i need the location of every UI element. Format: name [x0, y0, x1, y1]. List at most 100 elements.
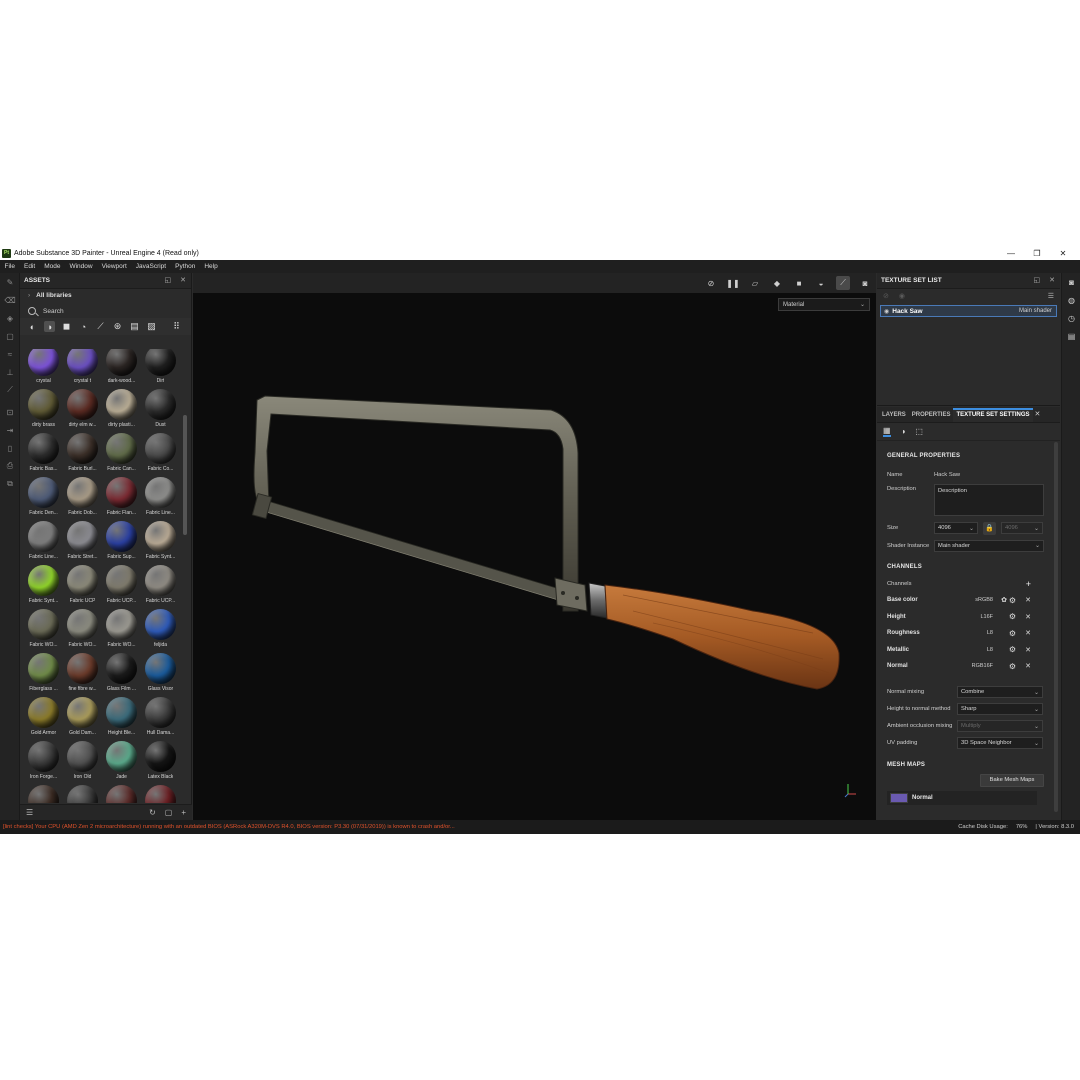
- add-channel-icon[interactable]: +: [1026, 579, 1031, 589]
- material-thumbnail[interactable]: Leather Fin...: [141, 783, 180, 803]
- material-thumbnail[interactable]: Iron Forge...: [24, 739, 63, 783]
- material-thumbnail[interactable]: dark-wood...: [102, 349, 141, 387]
- shader-select[interactable]: Main shader ⌄: [934, 539, 1044, 552]
- channel-format[interactable]: L8: [987, 647, 993, 653]
- hide-icon[interactable]: ⊘: [883, 292, 889, 300]
- refresh-icon[interactable]: ↻: [149, 808, 156, 817]
- bake-mesh-maps-button[interactable]: Bake Mesh Maps: [980, 773, 1044, 787]
- uv-padding-select[interactable]: 3D Space Neighbor ⌄: [957, 737, 1043, 749]
- material-thumbnail[interactable]: Fabric Stret...: [63, 519, 102, 563]
- filter-alphas-icon[interactable]: ▤: [129, 321, 140, 332]
- minimize-button[interactable]: —: [998, 249, 1024, 258]
- menu-window[interactable]: Window: [65, 263, 97, 270]
- material-thumbnail[interactable]: Fabric Flan...: [102, 475, 141, 519]
- close-panel-icon[interactable]: ✕: [180, 276, 186, 284]
- float-panel-icon[interactable]: ◱: [1034, 276, 1041, 284]
- color-picker-icon[interactable]: ⟋: [0, 381, 20, 399]
- material-thumbnail[interactable]: crystal t: [63, 349, 102, 387]
- filter-filters-icon[interactable]: ◔: [78, 321, 89, 332]
- display-settings-icon[interactable]: ◍: [1062, 291, 1080, 309]
- add-asset-icon[interactable]: +: [181, 808, 186, 817]
- material-thumbnail[interactable]: Fabric Synt...: [141, 519, 180, 563]
- material-thumbnail[interactable]: Fabric Line...: [141, 475, 180, 519]
- material-thumbnail[interactable]: Height Ble...: [102, 695, 141, 739]
- remove-channel-icon[interactable]: ✕: [1025, 629, 1031, 637]
- material-thumbnail[interactable]: Fabric Dob...: [63, 475, 102, 519]
- material-thumbnail[interactable]: Fabric UCP: [63, 563, 102, 607]
- material-thumbnail[interactable]: dirty elm w...: [63, 387, 102, 431]
- material-thumbnail[interactable]: Latex Black: [141, 739, 180, 783]
- menu-file[interactable]: File: [0, 263, 19, 270]
- normal-mixing-select[interactable]: Combine ⌄: [957, 686, 1043, 698]
- filter-textures-icon[interactable]: ◼: [61, 321, 72, 332]
- bake-icon[interactable]: ⇥: [0, 421, 20, 439]
- mesh-map-normal[interactable]: Normal: [887, 790, 1037, 805]
- filter-smart-materials-icon[interactable]: ◑: [44, 321, 55, 332]
- shader-icon[interactable]: ◑: [901, 427, 906, 436]
- material-thumbnail[interactable]: Leather Ext...: [24, 783, 63, 803]
- channel-format[interactable]: L16F: [980, 614, 993, 620]
- close-tab-icon[interactable]: ✕: [1033, 410, 1044, 422]
- screenshot-icon[interactable]: ◙: [858, 276, 872, 290]
- eye-icon[interactable]: ◉: [899, 292, 905, 300]
- material-thumbnail[interactable]: Fabric Sup...: [102, 519, 141, 563]
- height-to-normal-select[interactable]: Sharp ⌄: [957, 703, 1043, 715]
- tab-layers[interactable]: LAYERS: [879, 412, 909, 422]
- float-panel-icon[interactable]: ◱: [165, 276, 172, 284]
- material-thumbnail[interactable]: Iron Old: [63, 739, 102, 783]
- material-thumbnail[interactable]: Fabric WO...: [24, 607, 63, 651]
- material-thumbnail[interactable]: Jade: [102, 739, 141, 783]
- channel-row[interactable]: Height L16F ⚙ ✕: [877, 609, 1053, 626]
- maximize-button[interactable]: ❐: [1024, 249, 1050, 258]
- material-thumbnail[interactable]: Leather Pi...: [102, 783, 141, 803]
- channel-format[interactable]: sRGB8: [975, 597, 993, 603]
- gear-icon[interactable]: ⚙: [1009, 629, 1016, 638]
- texture-set-list-icon[interactable]: ◙: [1062, 273, 1080, 291]
- eraser-icon[interactable]: ⌫: [0, 291, 20, 309]
- assets-scrollbar[interactable]: [183, 415, 187, 535]
- cube-view-icon[interactable]: ◆: [770, 276, 784, 290]
- trash-icon[interactable]: ▯: [0, 439, 20, 457]
- filter-brushes-icon[interactable]: ⟋: [95, 321, 106, 332]
- material-thumbnail[interactable]: Fabric Can...: [102, 431, 141, 475]
- material-thumbnail[interactable]: Fabric Synt...: [24, 563, 63, 607]
- new-shelf-icon[interactable]: ▢: [165, 808, 173, 817]
- material-thumbnail[interactable]: Fabric Co...: [141, 431, 180, 475]
- material-thumbnail[interactable]: dirty brass: [24, 387, 63, 431]
- menu-edit[interactable]: Edit: [19, 263, 39, 270]
- geometry-mask-icon[interactable]: ▢: [0, 327, 20, 345]
- material-thumbnail[interactable]: Fabric UCP...: [141, 563, 180, 607]
- menu-viewport[interactable]: Viewport: [97, 263, 131, 270]
- menu-help[interactable]: Help: [200, 263, 222, 270]
- close-panel-icon[interactable]: ✕: [1049, 276, 1055, 284]
- assets-panel-icon[interactable]: ⊡: [0, 403, 20, 421]
- channel-row[interactable]: Base color sRGB8 ✿ ⚙ ✕: [877, 592, 1053, 609]
- paint-brush-icon[interactable]: ✎: [0, 273, 20, 291]
- material-thumbnail[interactable]: Leather Fi...: [63, 783, 102, 803]
- menu-python[interactable]: Python: [171, 263, 200, 270]
- smudge-icon[interactable]: ≈: [0, 345, 20, 363]
- projection-icon[interactable]: ◈: [0, 309, 20, 327]
- filter-environments-icon[interactable]: ▨: [146, 321, 157, 332]
- material-thumbnail[interactable]: Dirt: [141, 349, 180, 387]
- list-settings-icon[interactable]: ☰: [26, 808, 33, 817]
- lint-warning-text[interactable]: [lint checks] Your CPU (AMD Zen 2 microa…: [0, 824, 455, 830]
- settings-scrollbar[interactable]: [1054, 442, 1058, 812]
- material-thumbnail[interactable]: Hull Dama...: [141, 695, 180, 739]
- remove-channel-icon[interactable]: ✕: [1025, 662, 1031, 670]
- material-thumbnail[interactable]: Fabric UCP...: [102, 563, 141, 607]
- remove-channel-icon[interactable]: ✕: [1025, 613, 1031, 621]
- material-thumbnail[interactable]: fine fibre w...: [63, 651, 102, 695]
- paint-mode-icon[interactable]: ⟋: [836, 276, 850, 290]
- material-thumbnail[interactable]: Fabric WO...: [63, 607, 102, 651]
- uv-icon[interactable]: ⬚: [915, 427, 923, 436]
- library-selector[interactable]: › All libraries: [20, 289, 191, 302]
- display-settings-icon[interactable]: ◒: [814, 276, 828, 290]
- material-thumbnail[interactable]: Glass Visor: [141, 651, 180, 695]
- texture-set-item[interactable]: ◉ Hack Saw Main shader: [880, 305, 1057, 317]
- history-icon[interactable]: ◷: [1062, 309, 1080, 327]
- visibility-eye-icon[interactable]: ◉: [884, 308, 889, 315]
- material-thumbnail[interactable]: Gold Dam...: [63, 695, 102, 739]
- channel-row[interactable]: Metallic L8 ⚙ ✕: [877, 642, 1053, 659]
- filter-materials-icon[interactable]: ◐: [27, 321, 38, 332]
